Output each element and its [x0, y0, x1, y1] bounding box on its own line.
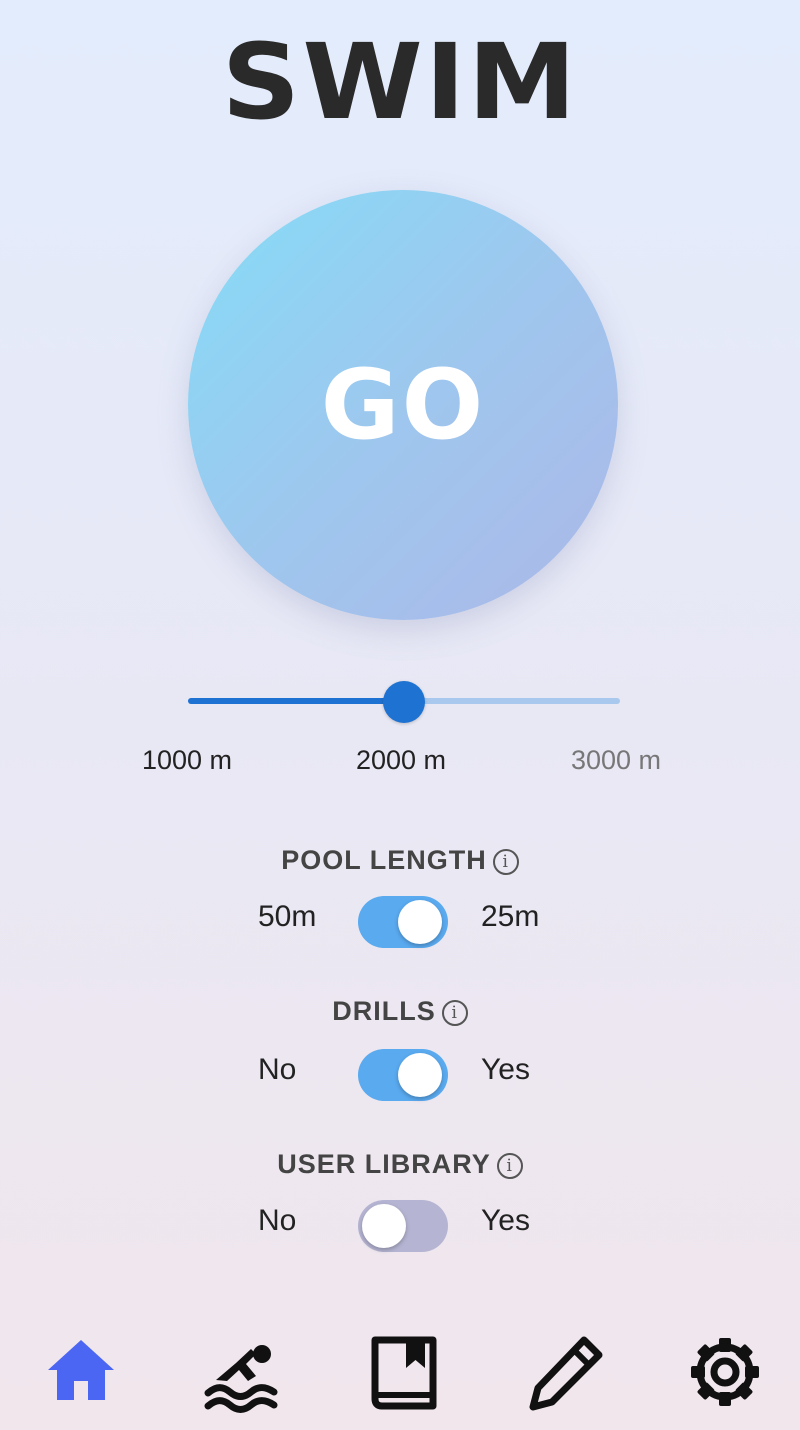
book-icon: [371, 1336, 437, 1410]
app-title: SWIM: [221, 21, 579, 143]
user-library-title: USER LIBRARY: [277, 1149, 491, 1179]
pool-length-toggle[interactable]: [358, 896, 448, 948]
drills-toggle-knob: [398, 1053, 442, 1097]
drills-heading: DRILLS i: [0, 996, 800, 1027]
nav-edit[interactable]: [519, 1330, 609, 1420]
pool-length-option-right: 25m: [481, 900, 540, 933]
slider-thumb[interactable]: [383, 681, 425, 723]
pool-length-title: POOL LENGTH: [281, 845, 487, 875]
drills-title: DRILLS: [332, 996, 436, 1026]
drills-toggle[interactable]: [358, 1049, 448, 1101]
slider-label-mid: 2000 m: [355, 745, 447, 775]
home-icon: [48, 1340, 114, 1400]
pencil-icon: [529, 1336, 603, 1411]
pool-length-toggle-knob: [398, 900, 442, 944]
user-library-heading: USER LIBRARY i: [0, 1149, 800, 1180]
user-library-info-icon[interactable]: i: [496, 1152, 523, 1179]
nav-library[interactable]: [356, 1330, 446, 1420]
drills-info-icon[interactable]: i: [441, 999, 468, 1026]
user-library-toggle[interactable]: [358, 1200, 448, 1252]
drills-option-left: No: [258, 1053, 297, 1086]
drills-option-right: Yes: [481, 1053, 530, 1086]
bottom-nav: [0, 1330, 800, 1420]
go-button-label: GO: [320, 349, 486, 461]
nav-settings[interactable]: [680, 1330, 770, 1420]
go-button[interactable]: GO: [188, 190, 618, 620]
pool-length-option-left: 50m: [258, 900, 317, 933]
slider-fill: [188, 698, 404, 704]
user-library-option-left: No: [258, 1204, 297, 1237]
pool-length-info-icon[interactable]: i: [492, 848, 519, 875]
gear-icon: [691, 1338, 759, 1406]
nav-swim[interactable]: [196, 1330, 286, 1420]
slider-label-max: 3000 m: [570, 745, 662, 775]
nav-home[interactable]: [36, 1330, 126, 1420]
user-library-option-right: Yes: [481, 1204, 530, 1237]
pool-length-heading: POOL LENGTH i: [0, 845, 800, 876]
swimmer-icon: [204, 1345, 278, 1413]
distance-slider[interactable]: [188, 681, 620, 723]
user-library-toggle-knob: [362, 1204, 406, 1248]
slider-label-min: 1000 m: [141, 745, 233, 775]
